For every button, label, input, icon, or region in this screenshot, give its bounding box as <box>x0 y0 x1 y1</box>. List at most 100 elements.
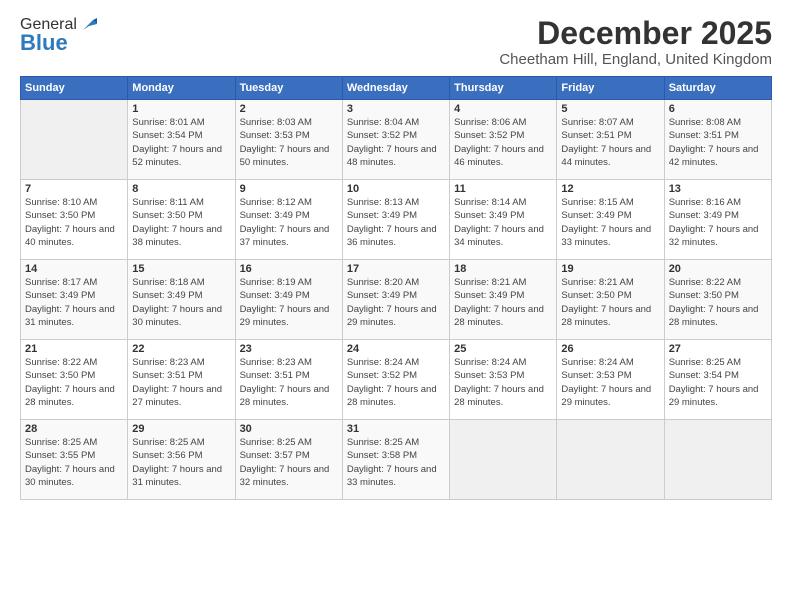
day-number: 11 <box>454 183 552 195</box>
calendar-table: Sunday Monday Tuesday Wednesday Thursday… <box>20 76 772 500</box>
daylight-text: Daylight: 7 hours and 28 minutes. <box>347 383 445 410</box>
table-row: 25 Sunrise: 8:24 AM Sunset: 3:53 PM Dayl… <box>450 340 557 420</box>
day-info: Sunrise: 8:17 AM Sunset: 3:49 PM Dayligh… <box>25 276 123 329</box>
daylight-text: Daylight: 7 hours and 30 minutes. <box>25 463 123 490</box>
sunset-text: Sunset: 3:52 PM <box>347 369 445 382</box>
sunrise-text: Sunrise: 8:24 AM <box>454 356 552 369</box>
sunrise-text: Sunrise: 8:23 AM <box>240 356 338 369</box>
day-number: 13 <box>669 183 767 195</box>
table-row: 13 Sunrise: 8:16 AM Sunset: 3:49 PM Dayl… <box>664 180 771 260</box>
daylight-text: Daylight: 7 hours and 28 minutes. <box>561 303 659 330</box>
sunset-text: Sunset: 3:49 PM <box>240 289 338 302</box>
sunset-text: Sunset: 3:51 PM <box>240 369 338 382</box>
day-number: 17 <box>347 263 445 275</box>
daylight-text: Daylight: 7 hours and 38 minutes. <box>132 223 230 250</box>
day-info: Sunrise: 8:12 AM Sunset: 3:49 PM Dayligh… <box>240 196 338 249</box>
table-row: 4 Sunrise: 8:06 AM Sunset: 3:52 PM Dayli… <box>450 100 557 180</box>
day-number: 7 <box>25 183 123 195</box>
table-row: 7 Sunrise: 8:10 AM Sunset: 3:50 PM Dayli… <box>21 180 128 260</box>
daylight-text: Daylight: 7 hours and 29 minutes. <box>561 383 659 410</box>
table-row: 19 Sunrise: 8:21 AM Sunset: 3:50 PM Dayl… <box>557 260 664 340</box>
sunset-text: Sunset: 3:49 PM <box>347 209 445 222</box>
sunset-text: Sunset: 3:55 PM <box>25 449 123 462</box>
table-row: 24 Sunrise: 8:24 AM Sunset: 3:52 PM Dayl… <box>342 340 449 420</box>
daylight-text: Daylight: 7 hours and 32 minutes. <box>669 223 767 250</box>
day-number: 4 <box>454 103 552 115</box>
daylight-text: Daylight: 7 hours and 29 minutes. <box>240 303 338 330</box>
day-info: Sunrise: 8:20 AM Sunset: 3:49 PM Dayligh… <box>347 276 445 329</box>
sunrise-text: Sunrise: 8:04 AM <box>347 116 445 129</box>
sunrise-text: Sunrise: 8:03 AM <box>240 116 338 129</box>
daylight-text: Daylight: 7 hours and 30 minutes. <box>132 303 230 330</box>
calendar-header-row: Sunday Monday Tuesday Wednesday Thursday… <box>21 77 772 100</box>
sunrise-text: Sunrise: 8:23 AM <box>132 356 230 369</box>
day-info: Sunrise: 8:23 AM Sunset: 3:51 PM Dayligh… <box>132 356 230 409</box>
day-info: Sunrise: 8:03 AM Sunset: 3:53 PM Dayligh… <box>240 116 338 169</box>
day-info: Sunrise: 8:21 AM Sunset: 3:49 PM Dayligh… <box>454 276 552 329</box>
daylight-text: Daylight: 7 hours and 40 minutes. <box>25 223 123 250</box>
daylight-text: Daylight: 7 hours and 52 minutes. <box>132 143 230 170</box>
sunrise-text: Sunrise: 8:19 AM <box>240 276 338 289</box>
table-row <box>21 100 128 180</box>
day-info: Sunrise: 8:22 AM Sunset: 3:50 PM Dayligh… <box>669 276 767 329</box>
sunset-text: Sunset: 3:52 PM <box>347 129 445 142</box>
table-row: 27 Sunrise: 8:25 AM Sunset: 3:54 PM Dayl… <box>664 340 771 420</box>
sunset-text: Sunset: 3:50 PM <box>25 369 123 382</box>
table-row: 10 Sunrise: 8:13 AM Sunset: 3:49 PM Dayl… <box>342 180 449 260</box>
daylight-text: Daylight: 7 hours and 37 minutes. <box>240 223 338 250</box>
table-row: 17 Sunrise: 8:20 AM Sunset: 3:49 PM Dayl… <box>342 260 449 340</box>
daylight-text: Daylight: 7 hours and 28 minutes. <box>25 383 123 410</box>
daylight-text: Daylight: 7 hours and 28 minutes. <box>240 383 338 410</box>
logo-bird-icon <box>79 16 97 34</box>
sunset-text: Sunset: 3:51 PM <box>561 129 659 142</box>
day-info: Sunrise: 8:25 AM Sunset: 3:55 PM Dayligh… <box>25 436 123 489</box>
day-info: Sunrise: 8:04 AM Sunset: 3:52 PM Dayligh… <box>347 116 445 169</box>
table-row: 3 Sunrise: 8:04 AM Sunset: 3:52 PM Dayli… <box>342 100 449 180</box>
day-number: 5 <box>561 103 659 115</box>
table-row: 14 Sunrise: 8:17 AM Sunset: 3:49 PM Dayl… <box>21 260 128 340</box>
day-info: Sunrise: 8:24 AM Sunset: 3:52 PM Dayligh… <box>347 356 445 409</box>
sunset-text: Sunset: 3:51 PM <box>669 129 767 142</box>
day-info: Sunrise: 8:21 AM Sunset: 3:50 PM Dayligh… <box>561 276 659 329</box>
sunset-text: Sunset: 3:49 PM <box>561 209 659 222</box>
day-info: Sunrise: 8:25 AM Sunset: 3:58 PM Dayligh… <box>347 436 445 489</box>
col-monday: Monday <box>128 77 235 100</box>
calendar-week-row: 1 Sunrise: 8:01 AM Sunset: 3:54 PM Dayli… <box>21 100 772 180</box>
title-location: Cheetham Hill, England, United Kingdom <box>499 51 772 68</box>
day-info: Sunrise: 8:22 AM Sunset: 3:50 PM Dayligh… <box>25 356 123 409</box>
day-number: 12 <box>561 183 659 195</box>
table-row <box>557 420 664 500</box>
day-number: 18 <box>454 263 552 275</box>
sunrise-text: Sunrise: 8:22 AM <box>669 276 767 289</box>
sunrise-text: Sunrise: 8:13 AM <box>347 196 445 209</box>
table-row: 28 Sunrise: 8:25 AM Sunset: 3:55 PM Dayl… <box>21 420 128 500</box>
daylight-text: Daylight: 7 hours and 44 minutes. <box>561 143 659 170</box>
table-row: 8 Sunrise: 8:11 AM Sunset: 3:50 PM Dayli… <box>128 180 235 260</box>
col-thursday: Thursday <box>450 77 557 100</box>
daylight-text: Daylight: 7 hours and 29 minutes. <box>669 383 767 410</box>
sunset-text: Sunset: 3:49 PM <box>347 289 445 302</box>
daylight-text: Daylight: 7 hours and 28 minutes. <box>454 383 552 410</box>
daylight-text: Daylight: 7 hours and 33 minutes. <box>561 223 659 250</box>
day-number: 6 <box>669 103 767 115</box>
sunset-text: Sunset: 3:49 PM <box>669 209 767 222</box>
day-number: 31 <box>347 423 445 435</box>
daylight-text: Daylight: 7 hours and 28 minutes. <box>669 303 767 330</box>
table-row: 21 Sunrise: 8:22 AM Sunset: 3:50 PM Dayl… <box>21 340 128 420</box>
daylight-text: Daylight: 7 hours and 28 minutes. <box>454 303 552 330</box>
sunset-text: Sunset: 3:50 PM <box>25 209 123 222</box>
daylight-text: Daylight: 7 hours and 31 minutes. <box>132 463 230 490</box>
col-friday: Friday <box>557 77 664 100</box>
sunrise-text: Sunrise: 8:25 AM <box>240 436 338 449</box>
calendar-week-row: 28 Sunrise: 8:25 AM Sunset: 3:55 PM Dayl… <box>21 420 772 500</box>
day-info: Sunrise: 8:01 AM Sunset: 3:54 PM Dayligh… <box>132 116 230 169</box>
day-number: 19 <box>561 263 659 275</box>
title-month: December 2025 <box>499 16 772 51</box>
sunrise-text: Sunrise: 8:18 AM <box>132 276 230 289</box>
sunset-text: Sunset: 3:49 PM <box>454 209 552 222</box>
day-info: Sunrise: 8:10 AM Sunset: 3:50 PM Dayligh… <box>25 196 123 249</box>
sunrise-text: Sunrise: 8:07 AM <box>561 116 659 129</box>
page: General Blue December 2025 Cheetham Hill… <box>0 0 792 612</box>
daylight-text: Daylight: 7 hours and 34 minutes. <box>454 223 552 250</box>
sunset-text: Sunset: 3:49 PM <box>454 289 552 302</box>
